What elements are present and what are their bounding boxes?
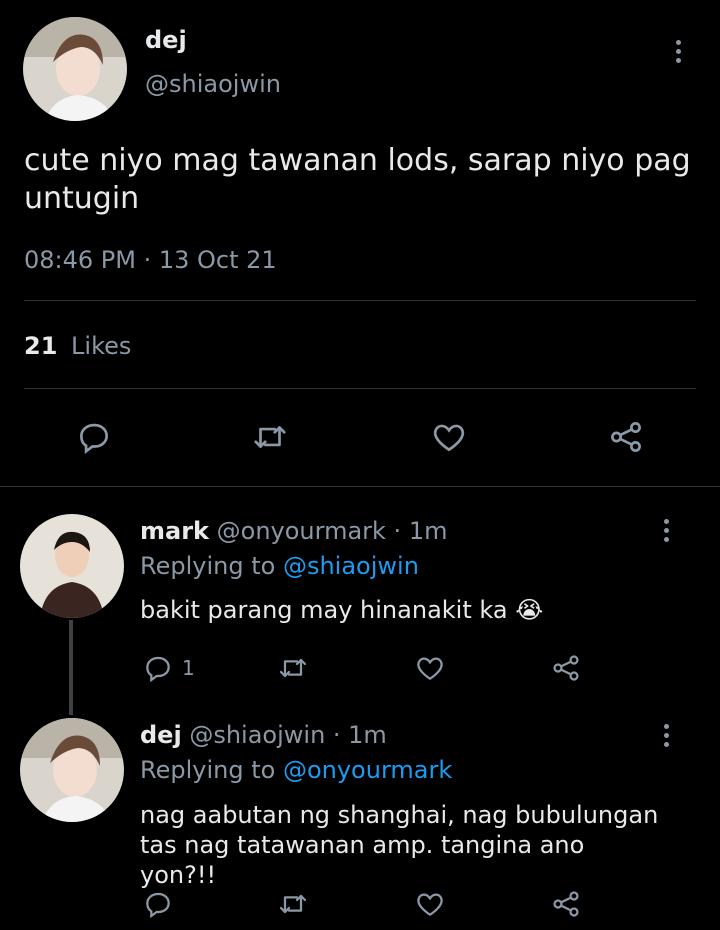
reply-icon[interactable] — [75, 418, 113, 456]
replying-to-label: Replying to — [140, 552, 276, 580]
share-icon[interactable] — [549, 652, 583, 684]
retweet-icon[interactable] — [276, 888, 310, 920]
retweet-icon[interactable] — [250, 418, 290, 456]
like-icon[interactable] — [413, 888, 447, 920]
main-tweet-display-name[interactable]: dej — [145, 26, 187, 54]
reply-meta: @shiaojwin · 1m — [189, 721, 387, 749]
reply-text-content: bakit parang may hinanakit ka — [140, 596, 508, 624]
reply-icon[interactable]: 1 — [142, 652, 195, 684]
reply-text: bakit parang may hinanakit ka 😭 — [140, 596, 543, 624]
main-tweet-text: cute niyo mag tawanan lods, sarap niyo p… — [24, 143, 691, 216]
replying-to: Replying to @onyourmark — [140, 756, 452, 784]
divider — [24, 300, 696, 301]
share-icon[interactable] — [549, 888, 583, 920]
reply-avatar[interactable] — [20, 514, 124, 618]
reply-icon[interactable] — [142, 888, 174, 920]
main-tweet-timestamp[interactable]: 08:46 PM · 13 Oct 21 — [24, 246, 277, 274]
crying-emoji: 😭 — [515, 596, 544, 624]
replying-to-label: Replying to — [140, 756, 276, 784]
reply-display-name[interactable]: dej — [140, 721, 182, 749]
replying-to: Replying to @shiaojwin — [140, 552, 419, 580]
reply-meta: @onyourmark · 1m — [216, 517, 448, 545]
section-divider — [0, 486, 720, 487]
divider — [24, 388, 696, 389]
reply-avatar[interactable] — [20, 718, 124, 822]
thread-line — [69, 620, 73, 715]
replying-to-handle-link[interactable]: @shiaojwin — [283, 552, 419, 580]
main-tweet-handle[interactable]: @shiaojwin — [145, 70, 281, 98]
share-icon[interactable] — [606, 418, 646, 456]
more-options-icon[interactable] — [668, 40, 688, 63]
replying-to-handle-link[interactable]: @onyourmark — [283, 756, 452, 784]
main-tweet-avatar[interactable] — [23, 17, 127, 121]
reply-header: dej @shiaojwin · 1m — [140, 721, 387, 749]
likes-summary[interactable]: 21 Likes — [24, 332, 131, 360]
like-icon[interactable] — [429, 418, 469, 456]
reply-text: nag aabutan ng shanghai, nag bubulungan … — [140, 801, 659, 889]
retweet-icon[interactable] — [276, 652, 310, 684]
likes-label: Likes — [71, 332, 132, 360]
reply-display-name[interactable]: mark — [140, 517, 209, 545]
like-icon[interactable] — [413, 652, 447, 684]
reply-header: mark @onyourmark · 1m — [140, 517, 447, 545]
more-options-icon[interactable] — [656, 724, 676, 747]
reply-count: 1 — [182, 656, 195, 680]
likes-count: 21 — [24, 332, 58, 360]
more-options-icon[interactable] — [656, 519, 676, 542]
